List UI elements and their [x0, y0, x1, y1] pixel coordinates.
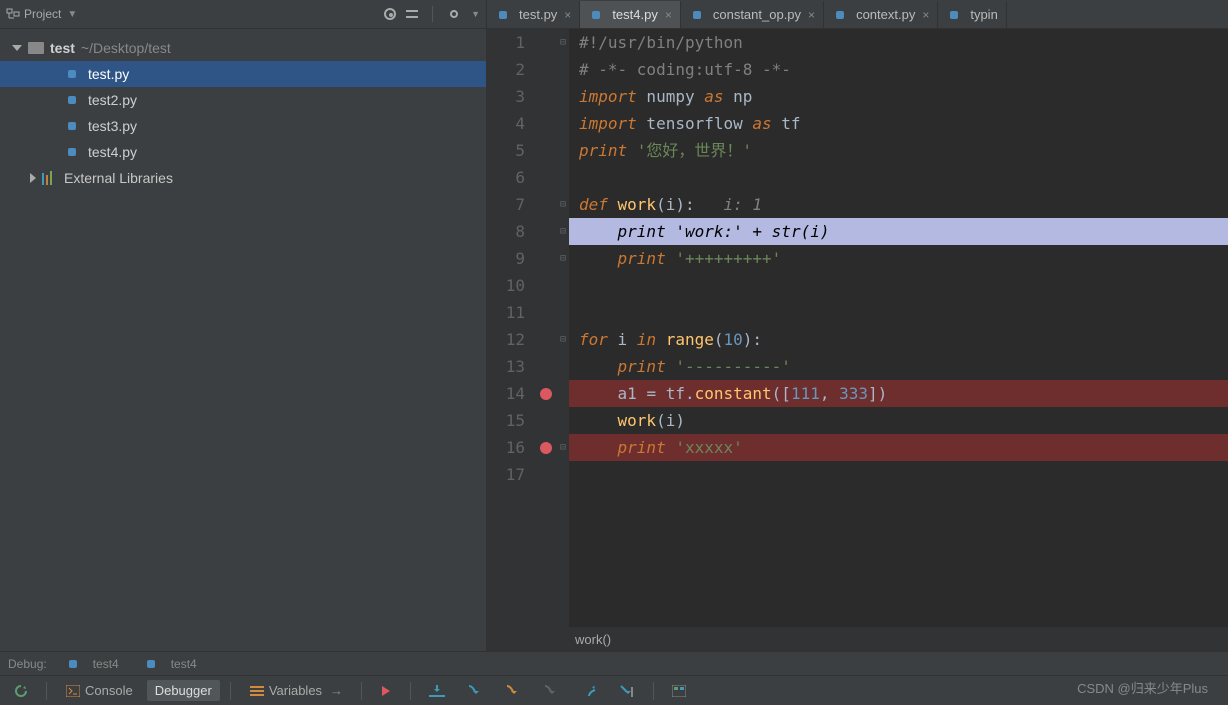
breakpoint-gutter[interactable]: [535, 29, 557, 627]
step-over-button[interactable]: [421, 681, 453, 701]
close-icon[interactable]: ×: [665, 8, 672, 22]
debug-session[interactable]: test4: [59, 654, 125, 674]
project-sidebar: Project ▼ ▼ test ~/Desktop/test test.py …: [0, 0, 487, 651]
debug-sessions-strip: Debug: test4 test4: [0, 651, 1228, 675]
debug-session[interactable]: test4: [137, 654, 203, 674]
editor-pane: test.py× test4.py× constant_op.py× conte…: [487, 0, 1228, 651]
close-icon[interactable]: ×: [564, 8, 571, 22]
step-into-button[interactable]: [459, 681, 491, 701]
project-toolwindow-header: Project ▼ ▼: [0, 0, 486, 29]
editor[interactable]: 1234567891011121314151617 ⊟⊟⊟⊟⊟⊟ #!/usr/…: [487, 29, 1228, 627]
python-file-icon: [64, 92, 80, 108]
editor-tab[interactable]: context.py×: [824, 1, 938, 28]
python-file-icon: [946, 7, 962, 23]
step-into-my-code-button[interactable]: [497, 681, 529, 701]
debug-toolbar: Console Debugger Variables→ CSDN @归来少年Pl…: [0, 675, 1228, 705]
console-tab-button[interactable]: Console: [57, 680, 141, 702]
gear-icon[interactable]: [447, 7, 461, 21]
python-file-icon: [64, 144, 80, 160]
editor-tab[interactable]: typin: [938, 1, 1006, 28]
python-file-icon: [64, 118, 80, 134]
watermark: CSDN @归来少年Plus: [1077, 678, 1208, 697]
fold-gutter[interactable]: ⊟⊟⊟⊟⊟⊟: [557, 29, 569, 627]
chevron-down-icon: [12, 45, 22, 51]
python-file-icon: [689, 7, 705, 23]
python-file-icon: [64, 66, 80, 82]
line-number-gutter: 1234567891011121314151617: [487, 29, 535, 627]
breadcrumb: work(): [487, 627, 1228, 651]
dropdown-icon[interactable]: ▼: [67, 9, 77, 20]
python-file-icon: [495, 7, 511, 23]
python-icon: [65, 656, 81, 672]
tree-file[interactable]: test3.py: [0, 113, 486, 139]
python-file-icon: [588, 7, 604, 23]
project-view-icon: [6, 7, 20, 21]
show-execution-point-button[interactable]: [372, 681, 400, 701]
breakpoint-marker[interactable]: [540, 442, 552, 454]
editor-tab[interactable]: constant_op.py×: [681, 1, 824, 28]
libraries-icon: [42, 171, 56, 185]
project-tree: test ~/Desktop/test test.py test2.py tes…: [0, 29, 486, 197]
project-label: Project: [24, 7, 61, 21]
close-icon[interactable]: ×: [808, 8, 815, 22]
breakpoint-marker[interactable]: [540, 388, 552, 400]
debugger-tab-button[interactable]: Debugger: [147, 680, 220, 701]
editor-tab[interactable]: test4.py×: [580, 1, 681, 28]
python-icon: [143, 656, 159, 672]
debug-label: Debug:: [8, 657, 47, 671]
collapse-all-icon[interactable]: [406, 8, 418, 20]
chevron-right-icon: [30, 173, 36, 183]
locate-icon[interactable]: [384, 8, 396, 20]
tree-file[interactable]: test4.py: [0, 139, 486, 165]
run-to-cursor-button[interactable]: [611, 681, 643, 701]
rerun-button[interactable]: [6, 681, 36, 701]
tree-file[interactable]: test2.py: [0, 87, 486, 113]
console-icon: [65, 683, 81, 699]
python-file-icon: [832, 7, 848, 23]
step-out-button[interactable]: [573, 681, 605, 701]
tree-file[interactable]: test.py: [0, 61, 486, 87]
folder-icon: [28, 42, 44, 54]
hide-icon[interactable]: ▼: [471, 9, 480, 19]
variables-button[interactable]: Variables→: [241, 680, 351, 702]
close-icon[interactable]: ×: [922, 8, 929, 22]
project-root[interactable]: test ~/Desktop/test: [0, 35, 486, 61]
code-area[interactable]: #!/usr/bin/python# -*- coding:utf-8 -*-i…: [569, 29, 1228, 627]
evaluate-expression-button[interactable]: [664, 682, 694, 700]
variables-icon: [249, 683, 265, 699]
editor-tabs: test.py× test4.py× constant_op.py× conte…: [487, 0, 1228, 29]
editor-tab[interactable]: test.py×: [487, 1, 580, 28]
external-libraries[interactable]: External Libraries: [0, 165, 486, 191]
force-step-into-button[interactable]: [535, 681, 567, 701]
